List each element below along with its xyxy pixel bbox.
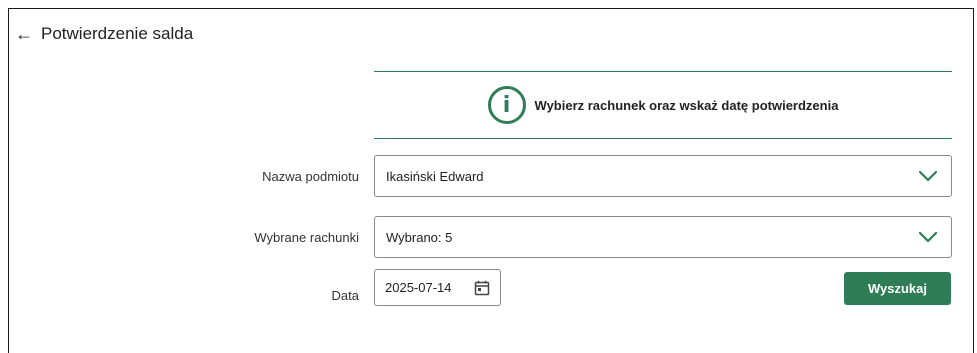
info-icon: i [487, 86, 526, 124]
entity-select[interactable]: Ikasiński Edward [374, 155, 952, 197]
date-label: Data [331, 288, 359, 303]
search-button[interactable]: Wyszukaj [844, 272, 951, 305]
accounts-label: Wybrane rachunki [254, 230, 359, 245]
chevron-down-icon [919, 170, 937, 182]
info-message: Wybierz rachunek oraz wskaż datę potwier… [534, 97, 839, 113]
entity-label: Nazwa podmiotu [262, 169, 359, 184]
info-icon-glyph: i [502, 92, 511, 118]
date-input[interactable]: 2025-07-14 [374, 269, 501, 306]
chevron-down-icon [919, 231, 937, 243]
entity-select-value: Ikasiński Edward [386, 168, 484, 184]
calendar-icon[interactable] [474, 280, 490, 296]
page-header: ← Potwierdzenie salda [15, 24, 193, 44]
info-banner: i Wybierz rachunek oraz wskaż datę potwi… [374, 71, 952, 139]
accounts-select[interactable]: Wybrano: 5 [374, 216, 952, 258]
page-title: Potwierdzenie salda [41, 24, 194, 43]
arrow-left-icon[interactable]: ← [15, 25, 33, 43]
date-input-value: 2025-07-14 [385, 280, 452, 295]
accounts-select-value: Wybrano: 5 [386, 229, 453, 245]
